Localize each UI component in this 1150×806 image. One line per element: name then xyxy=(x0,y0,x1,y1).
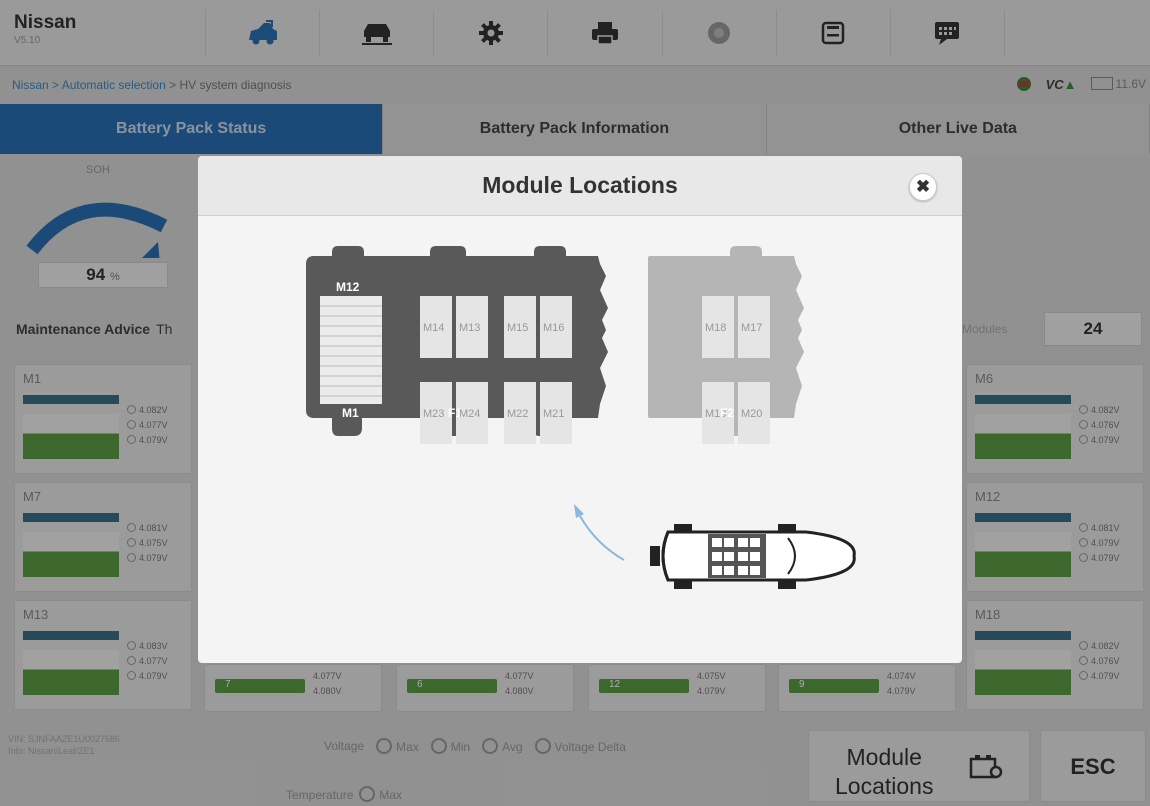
module-label-m20: M20 xyxy=(741,408,762,420)
module-label-m16: M16 xyxy=(543,322,564,334)
module-label-m14: M14 xyxy=(423,322,444,334)
module-label-m17: M17 xyxy=(741,322,762,334)
module-locations-dialog: Module Locations ✖ M12 M1 F1 M14 M13 M15… xyxy=(198,156,962,663)
pointer-arrow xyxy=(574,504,625,561)
rear-battery-pack: M18 M17 M19 M20 F2 xyxy=(648,246,804,444)
module-label-m18: M18 xyxy=(705,322,726,334)
module-label-m23: M23 xyxy=(423,408,444,420)
close-button[interactable]: ✖ xyxy=(909,173,937,201)
pack-label-f2: F2 xyxy=(720,406,734,420)
module-label-m21: M21 xyxy=(543,408,564,420)
module-label-m15: M15 xyxy=(507,322,528,334)
front-battery-pack: M12 M1 F1 M14 M13 M15 M16 M23 M24 M22 M2… xyxy=(306,246,608,444)
module-label-m24: M24 xyxy=(459,408,480,420)
dialog-header: Module Locations ✖ xyxy=(198,156,962,216)
module-label-m12: M12 xyxy=(336,280,360,294)
module-label-m1: M1 xyxy=(342,406,359,420)
dialog-title: Module Locations xyxy=(482,172,678,198)
module-label-m13: M13 xyxy=(459,322,480,334)
module-locations-diagram: M12 M1 F1 M14 M13 M15 M16 M23 M24 M22 M2… xyxy=(306,246,856,589)
module-label-m22: M22 xyxy=(507,408,528,420)
car-top-view-icon xyxy=(650,524,856,589)
